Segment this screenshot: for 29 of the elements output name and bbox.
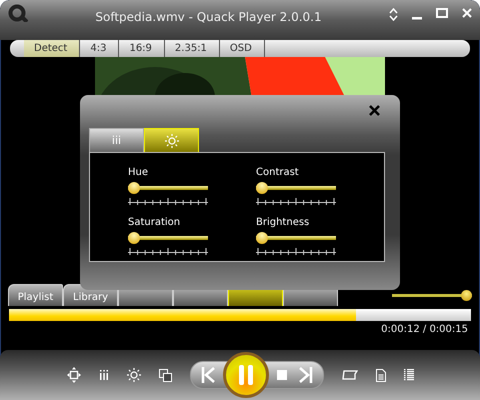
slider-label: Contrast (256, 167, 300, 178)
sun-icon[interactable] (164, 134, 178, 148)
maximize-icon[interactable] (436, 8, 448, 18)
sun-icon[interactable] (126, 368, 140, 382)
slider[interactable] (256, 182, 336, 194)
updown-icon[interactable] (389, 8, 398, 21)
aspect-button[interactable]: Detect (24, 40, 80, 57)
previous-icon[interactable] (200, 367, 214, 383)
play-pause-button[interactable] (222, 352, 268, 398)
logo-icon (8, 4, 28, 22)
list-icon[interactable] (404, 368, 414, 382)
tab[interactable]: Playlist (8, 284, 63, 306)
dialog-tab[interactable] (144, 128, 199, 152)
next-icon[interactable] (298, 367, 312, 383)
close-icon[interactable] (462, 8, 472, 18)
slider[interactable] (256, 232, 336, 244)
bars-icon[interactable] (98, 370, 108, 380)
pause-icon (238, 365, 254, 385)
slider-label: Brightness (256, 217, 310, 228)
time-display: 0:00:12 / 0:00:15 (380, 323, 469, 337)
slider[interactable] (128, 182, 208, 194)
document-icon[interactable] (376, 368, 386, 382)
volume-slider[interactable] (392, 290, 472, 300)
window-title: Softpedia.wmv - Quack Player 2.0.0.1 (94, 10, 323, 24)
slider[interactable] (128, 232, 208, 244)
move-icon[interactable] (66, 367, 80, 383)
windows-icon[interactable] (158, 368, 172, 382)
slider-label: Hue (128, 167, 150, 178)
slider-label: Saturation (128, 217, 182, 228)
